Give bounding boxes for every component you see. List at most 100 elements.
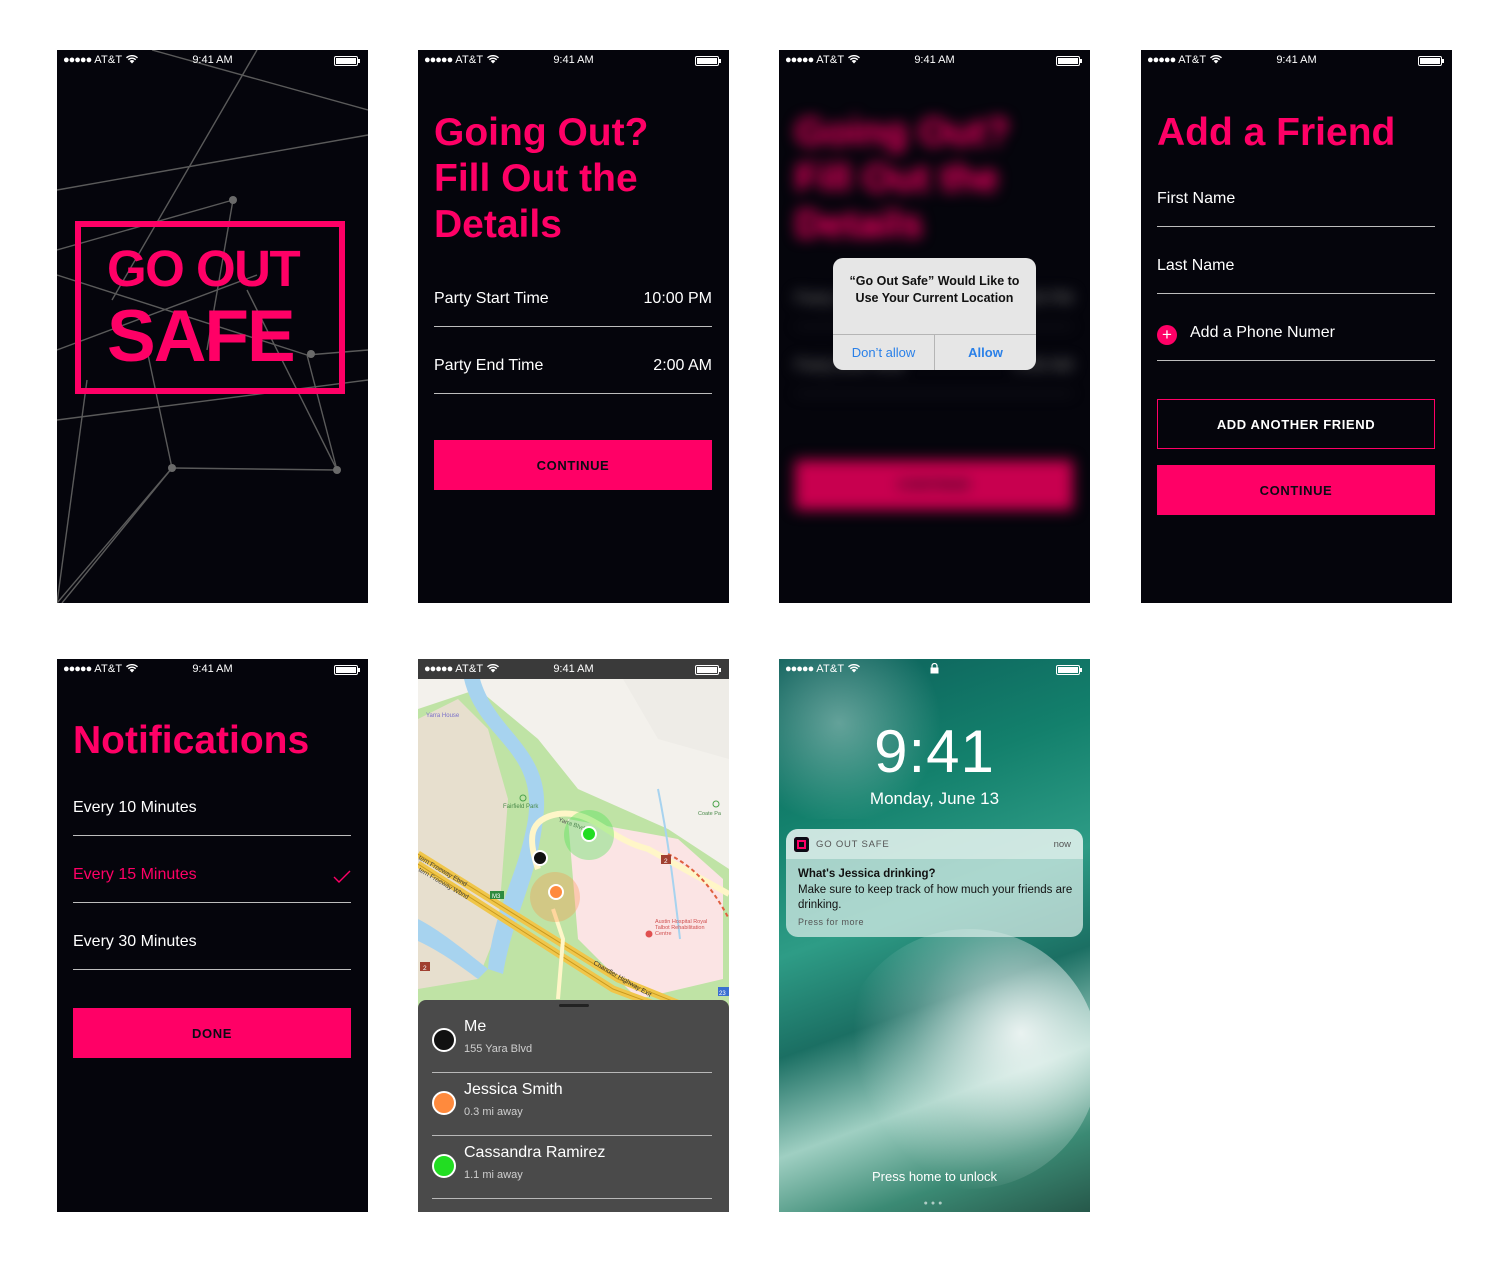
lock-screen: ●●●●● AT&T 9:41 Monday, June 13 GO OUT SA… xyxy=(779,659,1090,1212)
status-bar: ●●●●● AT&T 9:41 AM xyxy=(1141,50,1452,70)
done-button[interactable]: DONE xyxy=(73,1008,351,1058)
person-row-jessica[interactable]: Jessica Smith 0.3 mi away xyxy=(432,1073,712,1136)
page-title-line-1: Going Out? xyxy=(795,111,1010,154)
map-pin-me[interactable] xyxy=(532,850,548,866)
person-row-cassandra[interactable]: Cassandra Ramirez 1.1 mi away xyxy=(432,1136,712,1199)
status-bar: ●●●●● AT&T 9:41 AM xyxy=(418,659,729,679)
status-dot-icon xyxy=(432,1028,456,1052)
field-label: Party End Time xyxy=(434,357,544,374)
status-bar: ●●●●● AT&T 9:41 AM xyxy=(57,659,368,679)
continue-button[interactable]: CONTINUE xyxy=(1157,465,1435,515)
status-bar: ●●●●● AT&T 9:41 AM xyxy=(418,50,729,70)
page-title: Add a Friend xyxy=(1157,111,1396,154)
last-name-field[interactable]: Last Name xyxy=(1157,257,1435,294)
map-label-hospital: Austin Hospital Royal Talbot Rehabilitat… xyxy=(655,919,707,937)
battery-icon xyxy=(695,665,721,675)
dont-allow-button[interactable]: Don’t allow xyxy=(833,335,934,370)
status-bar: ●●●●● AT&T 9:41 AM xyxy=(779,50,1090,70)
person-detail: 1.1 mi away xyxy=(464,1169,523,1181)
app-icon xyxy=(794,837,809,852)
page-title-line-3: Details xyxy=(434,203,562,246)
battery-icon xyxy=(334,56,360,66)
option-every-30-minutes[interactable]: Every 30 Minutes xyxy=(73,933,351,970)
status-time: 9:41 AM xyxy=(553,54,594,66)
allow-button[interactable]: Allow xyxy=(935,335,1036,370)
unlock-hint: Press home to unlock xyxy=(871,1169,997,1184)
map-label-route-23: 23 xyxy=(719,991,726,997)
map-label-route-2-west: 2 xyxy=(423,965,427,972)
person-name: Me xyxy=(464,1018,487,1035)
status-dot-icon xyxy=(432,1091,456,1115)
map-screen: ●●●●● AT&T 9:41 AM Yarra House Fairfield … xyxy=(418,659,729,1212)
checkmark-icon xyxy=(333,870,351,883)
page-title: Notifications xyxy=(73,719,310,762)
status-time: 9:41 AM xyxy=(192,663,233,675)
person-detail: 155 Yara Blvd xyxy=(464,1043,533,1055)
map-pin-jessica[interactable] xyxy=(548,884,564,900)
map-label-coate: Coate Pa xyxy=(698,811,722,817)
logo-line-2: SAFE xyxy=(107,296,296,377)
plus-icon: + xyxy=(1157,325,1177,345)
sheet-handle[interactable] xyxy=(559,1004,589,1007)
party-end-time-field[interactable]: Party End Time 2:00 AM xyxy=(434,357,712,394)
first-name-field[interactable]: First Name xyxy=(1157,190,1435,227)
option-label: Every 15 Minutes xyxy=(73,866,197,883)
battery-icon xyxy=(1056,665,1082,675)
notification-header: GO OUT SAFE now xyxy=(786,829,1083,859)
option-every-10-minutes[interactable]: Every 10 Minutes xyxy=(73,799,351,836)
app-name: GO OUT SAFE xyxy=(816,839,890,850)
signal-icon: ●●●●● xyxy=(785,663,814,675)
notification-body: Make sure to keep track of how much your… xyxy=(798,884,1073,911)
battery-icon xyxy=(695,56,721,66)
battery-icon xyxy=(1056,56,1082,66)
add-phone-label: Add a Phone Numer xyxy=(1190,324,1335,341)
map-view[interactable]: Yarra House Fairfield Park Coate Pa Yarr… xyxy=(418,679,729,1024)
lock-date: Monday, June 13 xyxy=(869,789,1000,808)
notification-title: What's Jessica drinking? xyxy=(798,868,936,880)
status-bar: ●●●●● AT&T 9:41 AM xyxy=(57,50,368,70)
battery-icon xyxy=(1418,56,1444,66)
add-another-friend-button[interactable]: ADD ANOTHER FRIEND xyxy=(1157,399,1435,449)
map-label-yarra-house: Yarra House xyxy=(426,713,460,719)
map-label-m3: M3 xyxy=(492,894,501,900)
location-alert: “Go Out Safe” Would Like to Use Your Cur… xyxy=(833,258,1036,370)
wave-foam xyxy=(839,929,1090,1189)
map-label-route-2: 2 xyxy=(664,858,668,865)
lock-time: 9:41 xyxy=(874,718,995,785)
wifi-icon xyxy=(848,664,861,673)
alert-message: “Go Out Safe” Would Like to Use Your Cur… xyxy=(849,274,1020,305)
field-value: 10:00 PM xyxy=(643,290,712,307)
add-phone-number-row[interactable]: + Add a Phone Numer xyxy=(1157,324,1435,361)
continue-button: CONTINUE xyxy=(795,460,1073,510)
continue-button[interactable]: CONTINUE xyxy=(434,440,712,490)
carrier-name: AT&T xyxy=(816,663,845,675)
status-time: 9:41 AM xyxy=(914,54,955,66)
page-title-line-3: Details xyxy=(795,203,923,246)
field-label: Party Start Time xyxy=(434,290,549,307)
option-label: Every 10 Minutes xyxy=(73,799,197,816)
page-title-line-1: Going Out? xyxy=(434,111,649,154)
map-pin-cassandra[interactable] xyxy=(581,826,597,842)
status-bar: ●●●●● AT&T xyxy=(779,659,1090,679)
notification-card[interactable]: GO OUT SAFE now What's Jessica drinking?… xyxy=(786,829,1083,937)
page-title-line-2: Fill Out the xyxy=(795,157,999,200)
location-permission-screen: ●●●●● AT&T 9:41 AM Going Out? Fill Out th… xyxy=(779,50,1090,603)
status-time: 9:41 AM xyxy=(192,54,233,66)
option-label: Every 30 Minutes xyxy=(73,933,197,950)
page-title-line-2: Fill Out the xyxy=(434,157,638,200)
person-detail: 0.3 mi away xyxy=(464,1106,523,1118)
page-indicator: ●●● xyxy=(923,1200,946,1207)
first-name-placeholder: First Name xyxy=(1157,190,1236,207)
logo-line-1: GO OUT xyxy=(107,240,301,297)
party-start-time-field[interactable]: Party Start Time 10:00 PM xyxy=(434,290,712,327)
people-sheet[interactable]: Me 155 Yara Blvd Jessica Smith 0.3 mi aw… xyxy=(418,1000,729,1212)
option-every-15-minutes[interactable]: Every 15 Minutes xyxy=(73,866,351,903)
add-friend-screen: ●●●●● AT&T 9:41 AM Add a Friend First Nam… xyxy=(1141,50,1452,603)
person-row-me[interactable]: Me 155 Yara Blvd xyxy=(432,1010,712,1073)
field-value: 2:00 AM xyxy=(653,357,712,374)
map-label-fairfield-park: Fairfield Park xyxy=(503,804,539,810)
lock-icon xyxy=(930,663,939,674)
notification-time: now xyxy=(1053,839,1071,850)
last-name-placeholder: Last Name xyxy=(1157,257,1235,274)
person-name: Cassandra Ramirez xyxy=(464,1144,606,1161)
